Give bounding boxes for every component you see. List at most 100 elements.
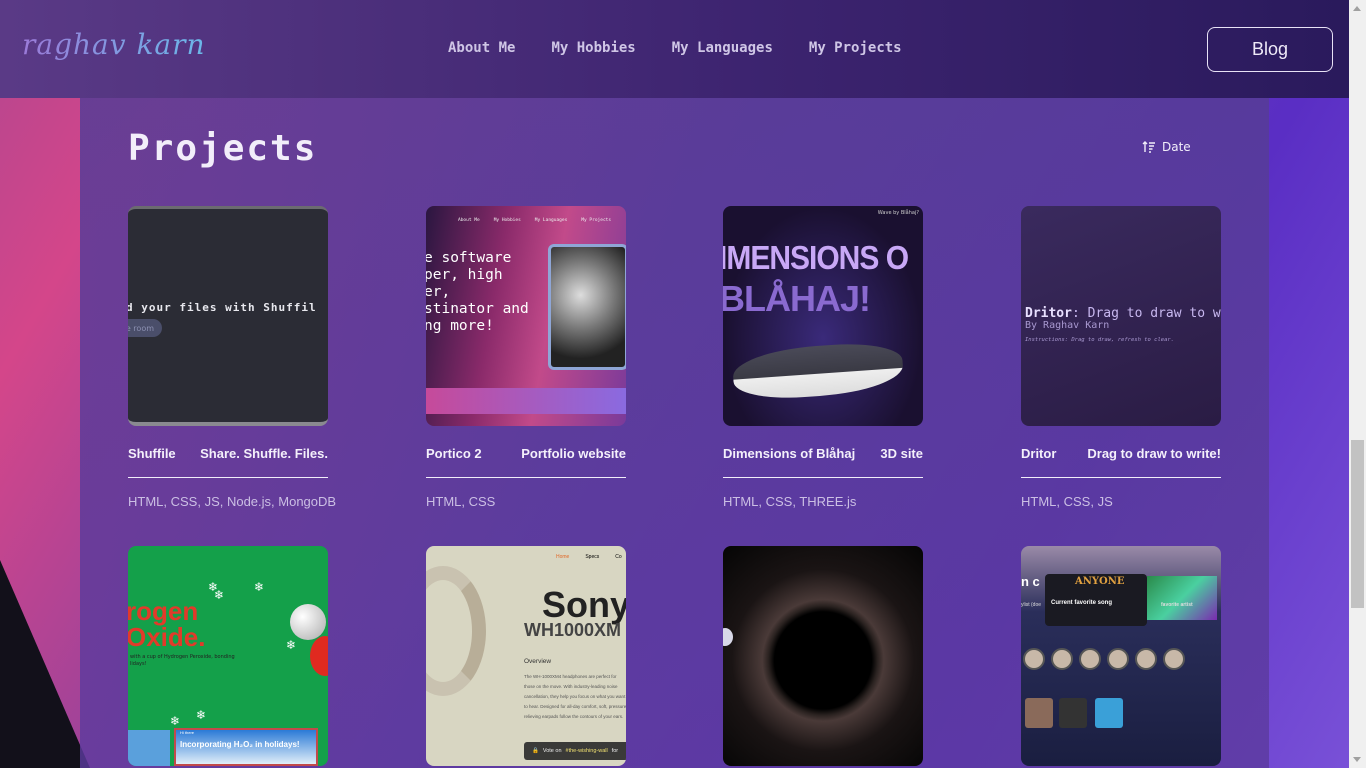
project-card-sony[interactable]: Home Specs Co Sony WH1000XM Overview The… <box>426 546 626 766</box>
snowflake-icon: ❄ <box>254 580 265 594</box>
ornament <box>290 604 326 640</box>
preview-banner-text: Incorporating H₂O₂ in holidays! <box>180 740 300 749</box>
lock-icon: 🔒 <box>532 748 539 754</box>
project-meta: Portico 2 Portfolio website <box>426 446 626 478</box>
vote-prefix: Vote on <box>542 748 562 754</box>
preview-instructions: Instructions: Drag to draw, refresh to c… <box>1025 337 1175 343</box>
preview-headline: d your files with Shuffil <box>128 301 317 314</box>
project-tech: HTML, CSS <box>426 494 496 509</box>
sort-button[interactable]: Date <box>1142 140 1191 154</box>
page-title: Projects <box>128 128 318 169</box>
avatar <box>1051 648 1073 670</box>
project-thumbnail[interactable] <box>723 546 923 766</box>
nav-my-languages[interactable]: My Languages <box>672 40 773 56</box>
preview-subtitle: with a cup of Hydrogen Peroxide, bonding… <box>130 654 235 667</box>
preview-banner-tag: Hi there <box>180 730 195 735</box>
preview-byline: By Raghav Karn <box>1025 320 1110 331</box>
headphones-image <box>426 566 486 696</box>
project-card-shuffile[interactable]: d your files with Shuffil te room Shuffi… <box>128 206 337 509</box>
preview-left-title: n c <box>1021 574 1040 589</box>
project-tagline: Portfolio website <box>521 446 626 461</box>
blog-button[interactable]: Blog <box>1207 27 1333 72</box>
preview-favorite-artist: favorite artist <box>1161 602 1193 608</box>
nav-about-me[interactable]: About Me <box>448 40 515 56</box>
project-tagline: Share. Shuffle. Files. <box>200 446 328 461</box>
site-header: raghav karn About Me My Hobbies My Langu… <box>0 0 1349 98</box>
vote-link: #the-wishing-wall <box>565 748 608 754</box>
preview-headline: e software per, high er, stinator and ng… <box>426 250 529 334</box>
project-thumbnail[interactable]: ❄ ❄ ❄ ❄ ❄ ❄ rogen Oxide. with a cup of H… <box>128 546 328 766</box>
preview-overview-heading: Overview <box>524 658 552 665</box>
scroll-up-icon[interactable] <box>1353 6 1361 11</box>
site-logo[interactable]: raghav karn <box>22 28 206 61</box>
background-shape <box>0 560 90 768</box>
project-thumbnail[interactable]: Wave by Blåhaj? IMENSIONS O BLÅHAJ! <box>723 206 923 426</box>
avatar <box>1135 648 1157 670</box>
preview-model: WH1000XM <box>524 620 622 640</box>
preview-nav-item: My Projects <box>581 218 612 223</box>
project-tech: HTML, CSS, THREE.js <box>723 494 857 509</box>
preview-nav-item: My Languages <box>534 218 568 223</box>
preview-banner: Hi there Incorporating H₂O₂ in holidays! <box>174 728 318 766</box>
project-name: Shuffile <box>128 446 176 461</box>
nav-my-projects[interactable]: My Projects <box>809 40 902 56</box>
project-card-portico-2[interactable]: About Me My Hobbies My Languages My Proj… <box>426 206 626 509</box>
moon-shape <box>723 628 733 646</box>
project-card-hydrogen-peroxide[interactable]: ❄ ❄ ❄ ❄ ❄ ❄ rogen Oxide. with a cup of H… <box>128 546 328 766</box>
project-name: Dritor <box>1021 446 1057 461</box>
project-meta: Dritor Drag to draw to write! <box>1021 446 1221 478</box>
avatar <box>1163 648 1185 670</box>
project-card-dritor[interactable]: Dritor: Drag to draw to wri By Raghav Ka… <box>1021 206 1221 509</box>
project-card-eclipse[interactable] <box>723 546 923 766</box>
preview-nav-item: Specs <box>585 554 600 560</box>
preview-nav-item: My Hobbies <box>493 218 521 223</box>
snowflake-icon: ❄ <box>196 708 207 722</box>
preview-nav-item: Co <box>615 554 622 560</box>
project-thumbnail[interactable]: Dritor: Drag to draw to wri By Raghav Ka… <box>1021 206 1221 426</box>
project-name: Portico 2 <box>426 446 482 461</box>
vertical-scrollbar[interactable] <box>1349 0 1366 768</box>
project-thumbnail[interactable]: Home Specs Co Sony WH1000XM Overview The… <box>426 546 626 766</box>
ornament <box>310 636 328 676</box>
preview-title-line1: IMENSIONS O <box>723 240 909 277</box>
project-tagline: Drag to draw to write! <box>1087 446 1221 461</box>
avatar <box>1079 648 1101 670</box>
preview-title-line2: BLÅHAJ! <box>723 278 871 319</box>
scroll-down-icon[interactable] <box>1353 757 1361 762</box>
project-card-music[interactable]: n c ylist (doe ANYONE Current favorite s… <box>1021 546 1221 766</box>
sort-label: Date <box>1162 140 1191 154</box>
snowflake-icon: ❄ <box>170 714 181 728</box>
preview-vote-bar: 🔒 Vote on #the-wishing-wall for <box>524 742 626 760</box>
project-thumbnail[interactable]: About Me My Hobbies My Languages My Proj… <box>426 206 626 426</box>
project-tech: HTML, CSS, JS <box>1021 494 1113 509</box>
scrollbar-thumb[interactable] <box>1351 440 1364 608</box>
album-tile <box>1059 698 1087 728</box>
project-thumbnail[interactable]: d your files with Shuffil te room <box>128 206 328 426</box>
preview-photo <box>548 244 626 370</box>
nav-my-hobbies[interactable]: My Hobbies <box>551 40 635 56</box>
preview-nav-item: Home <box>556 554 570 560</box>
preview-nav-item: About Me <box>458 218 480 223</box>
preview-app-name: Dritor <box>1025 306 1072 321</box>
preview-nav: About Me My Hobbies My Languages My Proj… <box>458 218 611 223</box>
preview-title-line2: Oxide. <box>128 622 206 652</box>
projects-panel: Projects Date d your files with Shuffil … <box>80 98 1269 768</box>
preview-nav: Home Specs Co <box>556 554 622 560</box>
album-tile <box>1095 698 1123 728</box>
preview-overview-text: The WH-1000XM4 headphones are perfect fo… <box>524 674 626 719</box>
preview-headline: Dritor: Drag to draw to wri <box>1025 306 1221 321</box>
album-tile <box>1025 698 1053 728</box>
snowflake-icon: ❄ <box>214 588 225 602</box>
project-tech: HTML, CSS, JS, Node.js, MongoDB <box>128 494 337 509</box>
avatar <box>1107 648 1129 670</box>
project-tagline: 3D site <box>880 446 923 461</box>
sort-ascending-icon <box>1142 141 1155 153</box>
preview-headline-text: : Drag to draw to wri <box>1071 306 1221 321</box>
project-thumbnail[interactable]: n c ylist (doe ANYONE Current favorite s… <box>1021 546 1221 766</box>
project-card-dimensions-of-blahaj[interactable]: Wave by Blåhaj? IMENSIONS O BLÅHAJ! Dime… <box>723 206 923 509</box>
project-meta: Shuffile Share. Shuffle. Files. <box>128 446 328 478</box>
snowflake-icon: ❄ <box>286 638 297 652</box>
project-name: Dimensions of Blåhaj <box>723 446 856 461</box>
preview-bar <box>426 388 626 414</box>
preview-image <box>128 730 170 766</box>
